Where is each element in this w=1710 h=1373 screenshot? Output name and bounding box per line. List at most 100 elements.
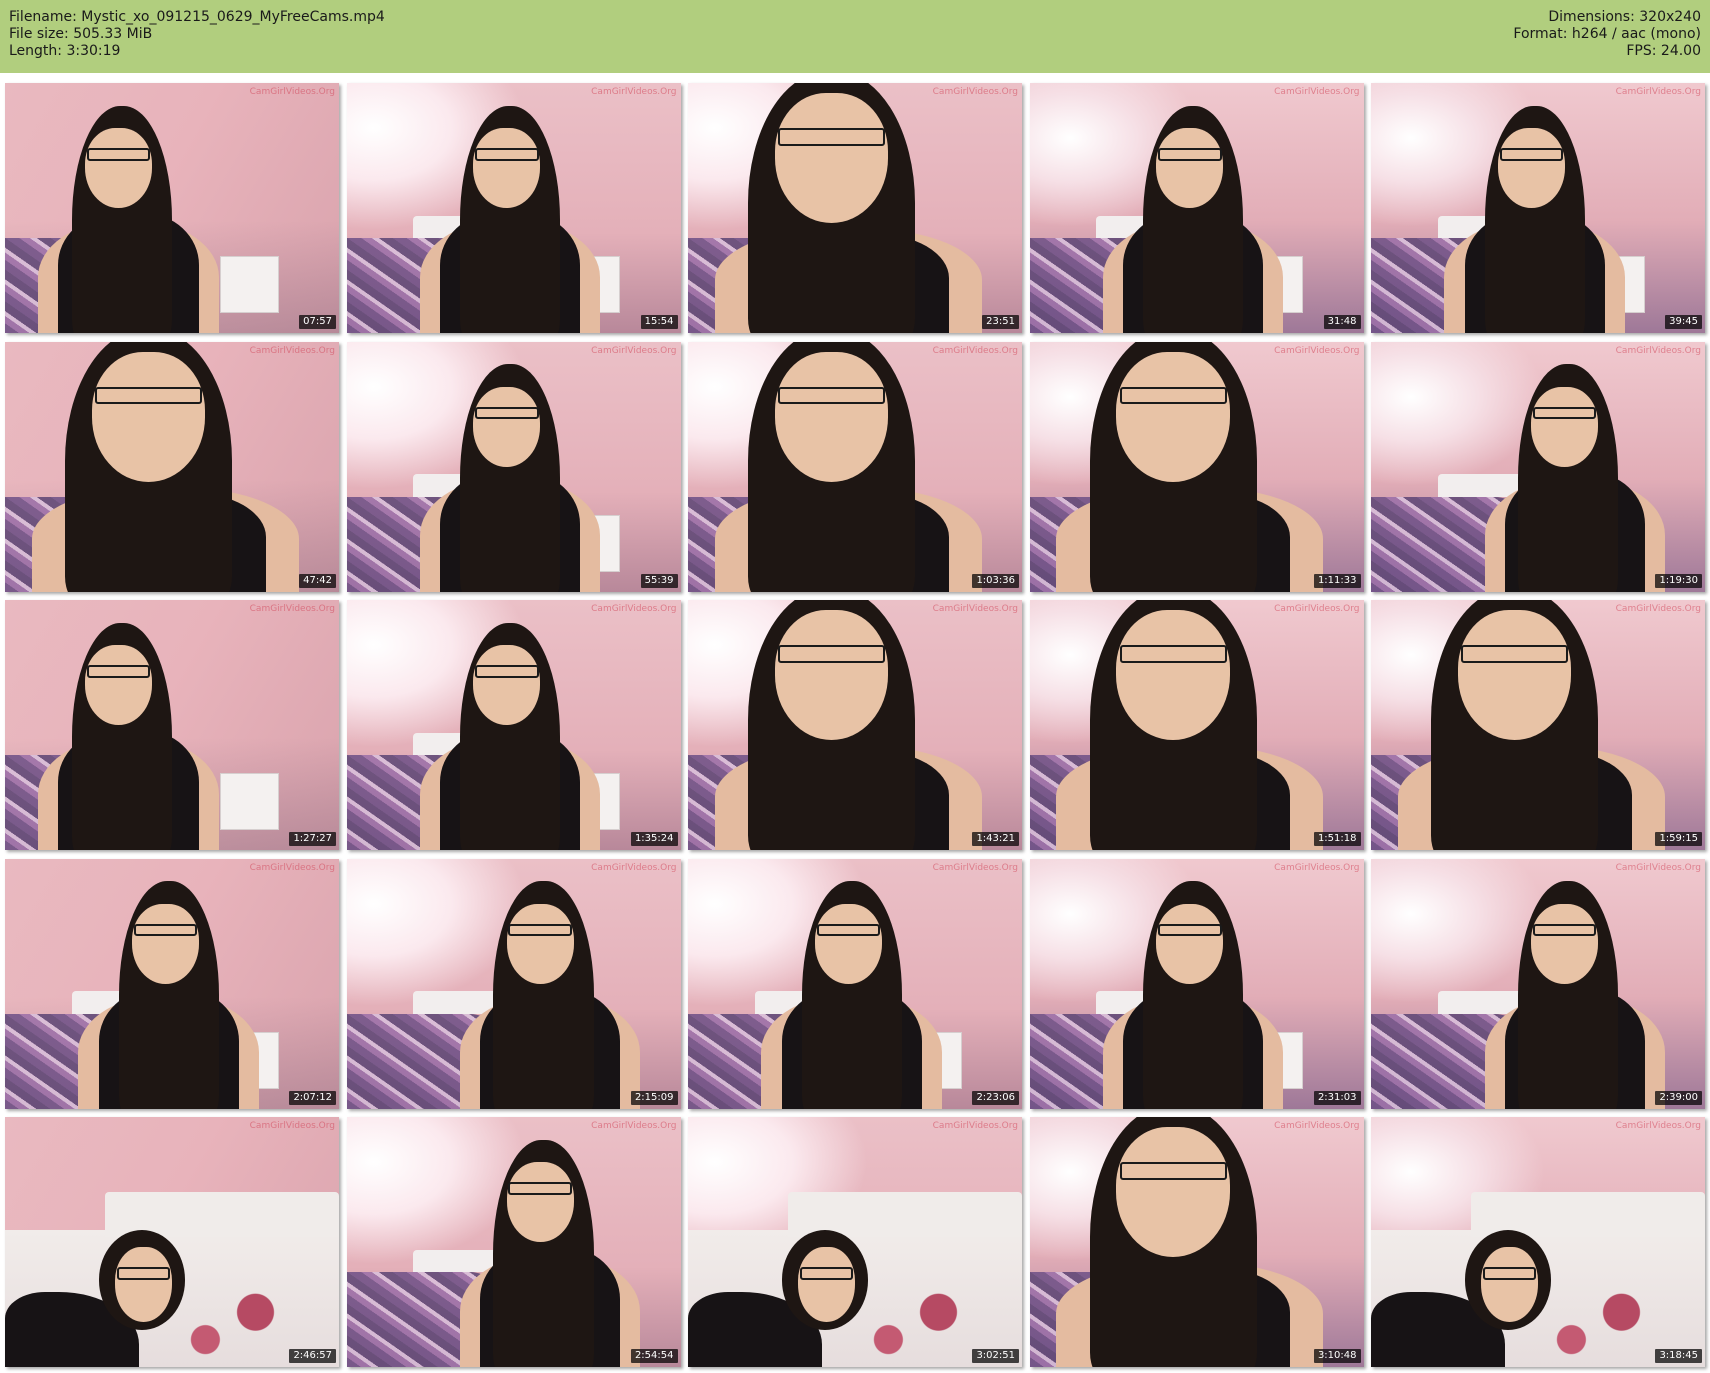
timestamp-label: 1:03:36 bbox=[972, 573, 1019, 588]
watermark-logo: CamGirlVideos.Org bbox=[932, 1121, 1018, 1131]
timestamp-label: 55:39 bbox=[640, 573, 678, 588]
video-thumbnail: CamGirlVideos.Org 2:46:57 bbox=[5, 1117, 339, 1367]
thumbnail-figure-face bbox=[1156, 903, 1224, 984]
thumbnail-figure-glasses bbox=[799, 1267, 854, 1280]
thumbnail-figure-glasses bbox=[1158, 923, 1222, 936]
timestamp-label: 2:07:12 bbox=[289, 1090, 336, 1105]
thumbnail-figure-face bbox=[814, 903, 882, 984]
video-thumbnail: CamGirlVideos.Org 3:10:48 bbox=[1029, 1117, 1364, 1367]
dimensions-label: Dimensions: 320x240 bbox=[1548, 9, 1701, 25]
thumbnail-figure-face bbox=[1116, 1127, 1230, 1257]
timestamp-label: 2:46:57 bbox=[289, 1349, 336, 1363]
length-label: Length: 3:30:19 bbox=[9, 43, 121, 59]
timestamp-label: 3:02:51 bbox=[972, 1349, 1019, 1363]
video-thumbnail: CamGirlVideos.Org 1:27:27 bbox=[5, 600, 339, 850]
thumbnail-figure-face bbox=[115, 1247, 172, 1322]
thumbnail-table bbox=[220, 256, 279, 313]
thumbnail-figure-glasses bbox=[1119, 645, 1227, 663]
timestamp-label: 1:11:33 bbox=[1313, 573, 1361, 588]
timestamp-label: 1:59:15 bbox=[1655, 832, 1702, 846]
watermark-logo: CamGirlVideos.Org bbox=[1274, 345, 1360, 356]
thumbnail-figure-face bbox=[774, 93, 889, 223]
timestamp-label: 1:43:21 bbox=[972, 832, 1019, 846]
watermark-logo: CamGirlVideos.Org bbox=[591, 604, 677, 614]
timestamp-label: 39:45 bbox=[1665, 315, 1702, 329]
timestamp-label: 23:51 bbox=[982, 315, 1019, 329]
thumbnail-figure-glasses bbox=[1532, 406, 1597, 419]
video-thumbnail: CamGirlVideos.Org 2:39:00 bbox=[1371, 858, 1705, 1109]
video-thumbnail: CamGirlVideos.Org 1:03:36 bbox=[688, 341, 1022, 592]
timestamp-label: 2:23:06 bbox=[972, 1090, 1019, 1105]
watermark-logo: CamGirlVideos.Org bbox=[1274, 604, 1360, 614]
watermark-logo: CamGirlVideos.Org bbox=[249, 862, 335, 873]
watermark-logo: CamGirlVideos.Org bbox=[1274, 1121, 1360, 1131]
timestamp-label: 3:18:45 bbox=[1655, 1349, 1702, 1363]
thumbnail-figure-face bbox=[1457, 610, 1572, 740]
timestamp-label: 31:48 bbox=[1323, 315, 1361, 329]
watermark-logo: CamGirlVideos.Org bbox=[932, 87, 1018, 97]
watermark-logo: CamGirlVideos.Org bbox=[1615, 604, 1701, 614]
timestamp-label: 2:39:00 bbox=[1655, 1090, 1702, 1105]
video-thumbnail: CamGirlVideos.Org 31:48 bbox=[1029, 83, 1364, 333]
file-info-right: Dimensions: 320x240 Format: h264 / aac (… bbox=[1513, 9, 1701, 60]
video-thumbnail: CamGirlVideos.Org 3:18:45 bbox=[1371, 1117, 1705, 1367]
video-thumbnail: CamGirlVideos.Org 15:54 bbox=[346, 83, 681, 333]
timestamp-label: 1:35:24 bbox=[630, 832, 678, 846]
thumbnail-figure-face bbox=[85, 645, 152, 725]
video-thumbnail: CamGirlVideos.Org 1:35:24 bbox=[346, 600, 681, 850]
video-thumbnail: CamGirlVideos.Org 1:11:33 bbox=[1029, 341, 1364, 592]
thumbnail-figure-glasses bbox=[1482, 1267, 1537, 1280]
format-label: Format: h264 / aac (mono) bbox=[1513, 26, 1701, 42]
timestamp-label: 1:19:30 bbox=[1655, 573, 1702, 588]
thumbnail-figure-glasses bbox=[816, 923, 881, 936]
thumbnail-figure-glasses bbox=[508, 1182, 572, 1195]
thumbnail-figure-glasses bbox=[86, 148, 151, 161]
video-thumbnail: CamGirlVideos.Org 2:31:03 bbox=[1029, 858, 1364, 1109]
thumbnail-figure-face bbox=[1531, 903, 1599, 984]
file-info-left: Filename: Mystic_xo_091215_0629_MyFreeCa… bbox=[9, 9, 385, 60]
watermark-logo: CamGirlVideos.Org bbox=[1274, 862, 1360, 873]
watermark-logo: CamGirlVideos.Org bbox=[1615, 87, 1701, 97]
video-thumbnail: CamGirlVideos.Org 2:54:54 bbox=[346, 1117, 681, 1367]
timestamp-label: 2:31:03 bbox=[1313, 1090, 1361, 1105]
thumbnail-figure-glasses bbox=[1532, 923, 1597, 936]
thumbnail-figure-face bbox=[1116, 351, 1230, 482]
thumbnail-figure-face bbox=[1116, 610, 1230, 740]
info-header: Filename: Mystic_xo_091215_0629_MyFreeCa… bbox=[0, 0, 1710, 73]
thumbnail-figure-face bbox=[506, 903, 574, 984]
video-thumbnail: CamGirlVideos.Org 1:51:18 bbox=[1029, 600, 1364, 850]
timestamp-label: 1:27:27 bbox=[289, 832, 336, 846]
filename-label: Filename: Mystic_xo_091215_0629_MyFreeCa… bbox=[9, 9, 385, 25]
video-thumbnail: CamGirlVideos.Org 2:15:09 bbox=[346, 858, 681, 1109]
thumbnail-figure-glasses bbox=[1119, 386, 1227, 404]
thumbnail-figure-glasses bbox=[475, 665, 539, 678]
watermark-logo: CamGirlVideos.Org bbox=[1274, 87, 1360, 97]
thumbnail-figure-glasses bbox=[1158, 148, 1222, 161]
thumbnail-figure-face bbox=[131, 903, 199, 984]
thumbnail-figure-face bbox=[85, 128, 152, 208]
thumbnail-figure-glasses bbox=[508, 923, 572, 936]
thumbnail-figure-face bbox=[473, 386, 541, 467]
thumbnail-figure-face bbox=[91, 351, 206, 482]
fps-label: FPS: 24.00 bbox=[1626, 43, 1701, 59]
watermark-logo: CamGirlVideos.Org bbox=[591, 87, 677, 97]
video-thumbnail: CamGirlVideos.Org 39:45 bbox=[1371, 83, 1705, 333]
thumbnail-figure-face bbox=[774, 351, 889, 482]
video-thumbnail: CamGirlVideos.Org 47:42 bbox=[5, 341, 339, 592]
video-thumbnail: CamGirlVideos.Org 3:02:51 bbox=[688, 1117, 1022, 1367]
thumbnail-figure-glasses bbox=[778, 386, 886, 404]
filesize-label: File size: 505.33 MiB bbox=[9, 26, 153, 42]
thumbnail-figure-glasses bbox=[95, 386, 203, 404]
timestamp-label: 3:10:48 bbox=[1313, 1349, 1361, 1363]
watermark-logo: CamGirlVideos.Org bbox=[591, 345, 677, 356]
video-thumbnail: CamGirlVideos.Org 2:07:12 bbox=[5, 858, 339, 1109]
thumbnail-figure-face bbox=[506, 1162, 574, 1242]
thumbnail-figure-face bbox=[473, 645, 541, 725]
thumbnail-figure-glasses bbox=[1461, 645, 1569, 663]
video-thumbnail: CamGirlVideos.Org 1:43:21 bbox=[688, 600, 1022, 850]
watermark-logo: CamGirlVideos.Org bbox=[249, 345, 335, 356]
watermark-logo: CamGirlVideos.Org bbox=[591, 1121, 677, 1131]
video-thumbnail: CamGirlVideos.Org 1:19:30 bbox=[1371, 341, 1705, 592]
watermark-logo: CamGirlVideos.Org bbox=[249, 1121, 335, 1131]
thumbnail-figure-face bbox=[774, 610, 889, 740]
